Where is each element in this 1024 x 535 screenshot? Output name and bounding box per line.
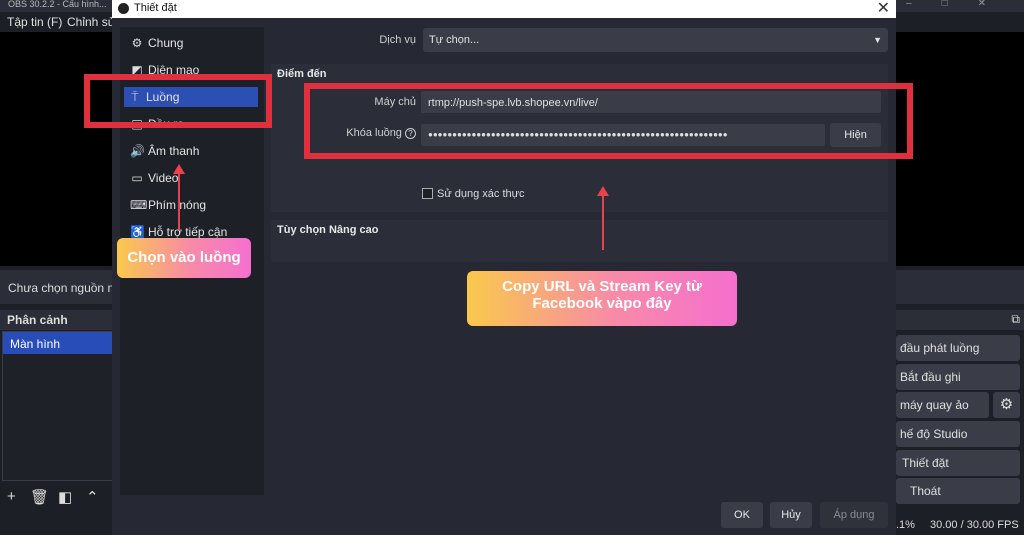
monitor-icon: ▭	[131, 171, 143, 185]
status-bar: .1% 30.00 / 30.00 FPS	[896, 517, 1024, 535]
callout-copy-url: Copy URL và Stream Key từ Facebook vàpo …	[467, 271, 737, 326]
highlight-destination-fields	[304, 83, 913, 159]
sidebar-item-hotkeys[interactable]: ⌨ Phím nóng	[130, 195, 260, 215]
auth-checkbox[interactable]	[422, 188, 433, 199]
sidebar-item-audio[interactable]: 🔊 Âm thanh	[130, 141, 260, 161]
destination-title: Điểm đến	[277, 68, 327, 80]
scene-item[interactable]: Màn hình	[3, 332, 113, 354]
service-select[interactable]: Tự chọn... ▼	[423, 28, 888, 52]
chevron-up-icon[interactable]: ⌃	[86, 488, 99, 506]
scene-label: Màn hình	[10, 337, 61, 351]
filter-icon[interactable]: ◧	[58, 488, 72, 506]
arrow-right-line	[602, 194, 604, 250]
chevron-down-icon: ▼	[873, 35, 882, 45]
sidebar-item-general[interactable]: ⚙ Chung	[130, 33, 260, 53]
settings-button[interactable]: Thiết đặt	[896, 450, 1020, 476]
trash-icon[interactable]: 🗑	[30, 488, 49, 506]
advanced-group: Tùy chọn Nâng cao	[271, 220, 888, 262]
window-controls[interactable]: –□✕	[906, 0, 1016, 9]
exit-button[interactable]: Thoát	[896, 478, 1020, 504]
accessibility-icon: ♿	[130, 225, 145, 239]
dock-float-icon[interactable]: ⧉	[1011, 312, 1020, 327]
start-streaming-button[interactable]: đầu phát luồng	[896, 335, 1020, 361]
callout-select-stream: Chọn vào luồng	[117, 238, 251, 278]
studio-mode-button[interactable]: hế độ Studio	[896, 421, 1020, 447]
gear-icon: ⚙	[131, 36, 143, 50]
add-icon[interactable]: +	[7, 488, 16, 505]
apply-button[interactable]: Áp dụng	[820, 502, 888, 528]
close-icon[interactable]: ✕	[877, 0, 890, 18]
controls-dock-header: ⧉	[896, 310, 1024, 330]
dialog-titlebar: Thiết đặt ✕	[112, 0, 896, 18]
start-recording-button[interactable]: Bắt đầu ghi	[896, 364, 1020, 390]
cpu-usage: .1%	[896, 519, 915, 531]
keyboard-icon: ⌨	[130, 198, 148, 212]
source-status-text: Chưa chọn nguồn nào	[8, 281, 128, 295]
scenes-list: Màn hình	[2, 331, 114, 481]
sidebar-item-video[interactable]: ▭ Video	[130, 168, 260, 188]
highlight-stream-item	[84, 74, 272, 128]
cancel-button[interactable]: Hủy	[770, 502, 812, 528]
auth-checkbox-label: Sử dụng xác thực	[437, 188, 525, 200]
ok-button[interactable]: OK	[721, 502, 763, 528]
main-window-title: OBS 30.2.2 - Cấu hình...	[8, 0, 107, 9]
gear-icon[interactable]: ⚙	[993, 392, 1020, 418]
scenes-title: Phân cảnh	[7, 313, 68, 327]
virtual-camera-button[interactable]: máy quay ảo	[896, 392, 989, 418]
scenes-dock-header: Phân cảnh	[0, 310, 114, 330]
scenes-toolbar: + 🗑 ◧ ⌃	[0, 486, 114, 510]
speaker-icon: 🔊	[130, 144, 145, 158]
service-label: Dịch vụ	[379, 34, 416, 46]
menu-file[interactable]: Tập tin (F)	[7, 15, 62, 29]
dialog-title: Thiết đặt	[134, 2, 177, 14]
advanced-title: Tùy chọn Nâng cao	[277, 224, 379, 236]
arrow-left-line	[178, 172, 180, 230]
obs-logo-icon	[118, 3, 129, 14]
fps-counter: 30.00 / 30.00 FPS	[930, 519, 1019, 531]
